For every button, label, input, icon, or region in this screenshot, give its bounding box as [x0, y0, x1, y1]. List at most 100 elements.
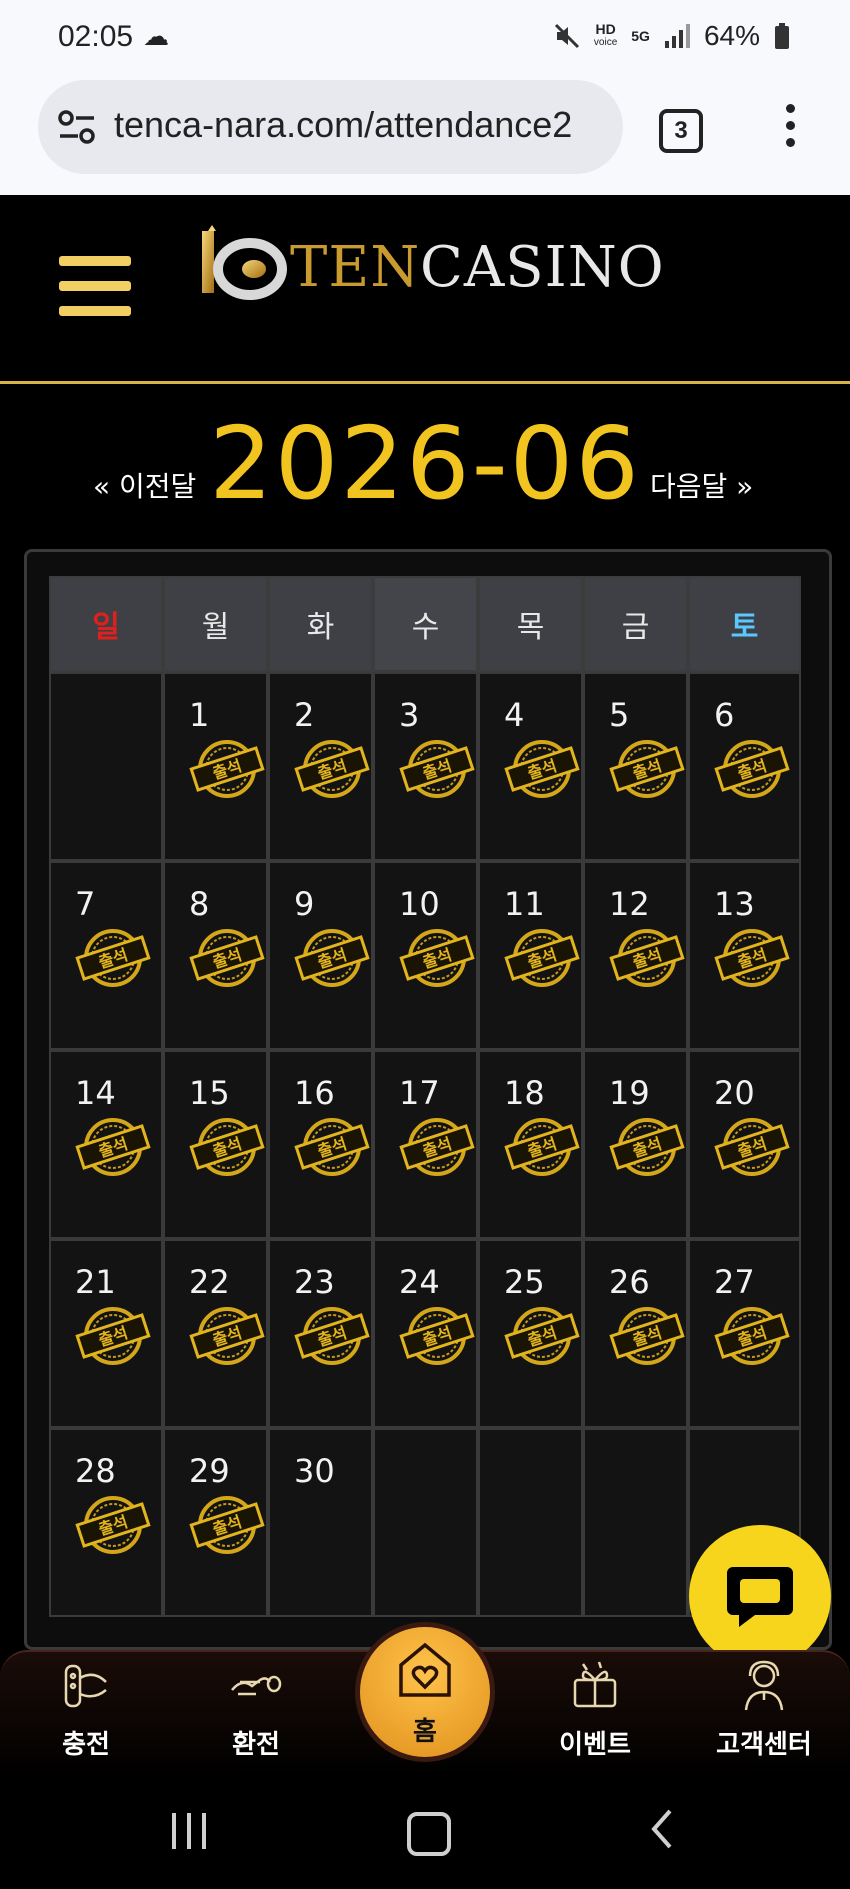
calendar-day-18[interactable]: 18 출석	[478, 1050, 583, 1239]
attendance-stamp-icon: 출석	[399, 736, 475, 802]
calendar-day-12[interactable]: 12 출석	[583, 861, 688, 1050]
attendance-stamp-icon: 출석	[75, 1492, 151, 1558]
attendance-stamp-icon: 출석	[714, 1114, 790, 1180]
day-number: 27	[714, 1263, 755, 1301]
net-top-label: HD	[595, 21, 616, 37]
day-number: 21	[75, 1263, 116, 1301]
nav-support[interactable]: 고객센터	[699, 1652, 829, 1777]
calendar-day-5[interactable]: 5 출석	[583, 672, 688, 861]
address-bar[interactable]: tenca-nara.com/attendance2	[38, 80, 623, 174]
calendar-day-19[interactable]: 19 출석	[583, 1050, 688, 1239]
net-bottom-label: voice	[593, 37, 618, 48]
calendar-day-9[interactable]: 9 출석	[268, 861, 373, 1050]
network-gen: 5G	[631, 28, 650, 44]
day-number: 7	[75, 885, 96, 923]
day-number: 23	[294, 1263, 335, 1301]
browser-menu-icon[interactable]	[786, 104, 796, 148]
day-number: 8	[189, 885, 210, 923]
calendar-empty-cell	[49, 672, 163, 861]
calendar-day-11[interactable]: 11 출석	[478, 861, 583, 1050]
logo[interactable]: TEN CASINO	[198, 225, 668, 305]
attendance-stamp-icon: 출석	[189, 1303, 265, 1369]
calendar-day-10[interactable]: 10 출석	[373, 861, 478, 1050]
calendar-day-29[interactable]: 29 출석	[163, 1428, 268, 1617]
calendar-day-8[interactable]: 8 출석	[163, 861, 268, 1050]
attendance-stamp-icon: 출석	[399, 925, 475, 991]
calendar-day-7[interactable]: 7 출석	[49, 861, 163, 1050]
attendance-stamp-icon: 출석	[714, 925, 790, 991]
calendar-day-13[interactable]: 13 출석	[688, 861, 801, 1050]
nav-deposit-label: 충전	[62, 1730, 110, 1760]
day-number: 14	[75, 1074, 116, 1112]
nav-home[interactable]: 홈	[355, 1622, 495, 1762]
day-number: 18	[504, 1074, 545, 1112]
chat-button[interactable]	[689, 1525, 831, 1667]
calendar-day-17[interactable]: 17 출석	[373, 1050, 478, 1239]
calendar-day-15[interactable]: 15 출석	[163, 1050, 268, 1239]
battery-percent: 64%	[703, 20, 760, 51]
weekday-thu: 목	[478, 576, 583, 672]
weekday-sun: 일	[49, 576, 163, 672]
calendar-day-16[interactable]: 16 출석	[268, 1050, 373, 1239]
day-number: 9	[294, 885, 315, 923]
tune-icon[interactable]	[58, 110, 96, 144]
home-heart-icon	[399, 1642, 451, 1697]
month-navigation: 2026-06 « 이전달 다음달 »	[0, 405, 850, 525]
day-number: 12	[609, 885, 650, 923]
day-number: 19	[609, 1074, 650, 1112]
url-text[interactable]: tenca-nara.com/attendance2	[114, 104, 614, 146]
tab-switcher-button[interactable]: 3	[659, 109, 703, 153]
back-icon[interactable]	[650, 1809, 674, 1849]
calendar-day-25[interactable]: 25 출석	[478, 1239, 583, 1428]
chat-bubble-icon	[727, 1567, 793, 1627]
calendar-grid: 일 월 화 수 목 금 토 1 출석 2 출석 3 출석 4 출석 5 출석 6 출석 7 출석 8 출석 9 출…	[49, 576, 801, 1617]
weekday-mon: 월	[163, 576, 268, 672]
calendar-week-row: 1 출석 2 출석 3 출석 4 출석 5 출석 6 출석	[49, 672, 801, 861]
battery-icon	[775, 23, 789, 49]
attendance-stamp-icon: 출석	[504, 736, 580, 802]
prev-month-link[interactable]: « 이전달	[93, 465, 196, 505]
nav-withdraw[interactable]: 환전	[191, 1652, 321, 1777]
status-icons: HD voice 5G 64%	[554, 20, 790, 52]
logo-ten: TEN	[290, 235, 421, 300]
calendar-day-1[interactable]: 1 출석	[163, 672, 268, 861]
day-number: 26	[609, 1263, 650, 1301]
calendar-day-23[interactable]: 23 출석	[268, 1239, 373, 1428]
calendar-day-27[interactable]: 27 출석	[688, 1239, 801, 1428]
nav-withdraw-label: 환전	[232, 1730, 280, 1760]
calendar-day-2[interactable]: 2 출석	[268, 672, 373, 861]
calendar-day-21[interactable]: 21 출석	[49, 1239, 163, 1428]
attendance-stamp-icon: 출석	[714, 736, 790, 802]
calendar-day-22[interactable]: 22 출석	[163, 1239, 268, 1428]
attendance-stamp-icon: 출석	[504, 1303, 580, 1369]
calendar-day-28[interactable]: 28 출석	[49, 1428, 163, 1617]
attendance-stamp-icon: 출석	[609, 736, 685, 802]
calendar-day-20[interactable]: 20 출석	[688, 1050, 801, 1239]
hamburger-icon[interactable]	[59, 256, 131, 316]
attendance-stamp-icon: 출석	[189, 1492, 265, 1558]
attendance-stamp-icon: 출석	[399, 1303, 475, 1369]
weekday-tue: 화	[268, 576, 373, 672]
calendar-day-14[interactable]: 14 출석	[49, 1050, 163, 1239]
weekday-wed: 수	[373, 576, 478, 672]
recents-icon[interactable]	[170, 1813, 208, 1849]
day-number: 11	[504, 885, 545, 923]
calendar-empty-cell	[583, 1428, 688, 1617]
network-hd: HD voice	[594, 22, 617, 50]
day-number: 10	[399, 885, 440, 923]
calendar-day-26[interactable]: 26 출석	[583, 1239, 688, 1428]
attendance-stamp-icon: 출석	[75, 925, 151, 991]
next-month-link[interactable]: 다음달 »	[650, 465, 753, 505]
calendar-day-4[interactable]: 4 출석	[478, 672, 583, 861]
gift-icon	[573, 1661, 617, 1708]
calendar-day-24[interactable]: 24 출석	[373, 1239, 478, 1428]
calendar-day-6[interactable]: 6 출석	[688, 672, 801, 861]
calendar-day-30[interactable]: 30	[268, 1428, 373, 1617]
calendar-day-3[interactable]: 3 출석	[373, 672, 478, 861]
nav-deposit[interactable]: 충전	[21, 1652, 151, 1777]
attendance-stamp-icon: 출석	[504, 925, 580, 991]
system-home-icon[interactable]	[407, 1812, 451, 1856]
day-number: 6	[714, 696, 735, 734]
day-number: 29	[189, 1452, 230, 1490]
nav-event[interactable]: 이벤트	[530, 1652, 660, 1777]
